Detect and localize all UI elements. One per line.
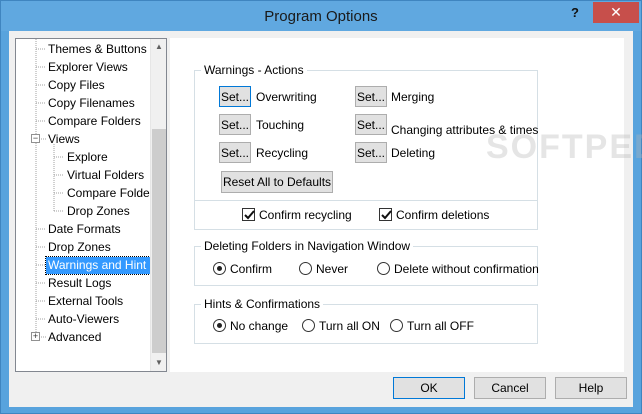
check-mark-icon (381, 210, 392, 220)
overwriting-label: Overwriting (256, 90, 317, 104)
tree-item-warnings-hints[interactable]: Warnings and Hint (45, 256, 151, 275)
help-title-button[interactable]: ? (561, 2, 589, 24)
scroll-up-arrow-icon[interactable]: ▲ (151, 39, 166, 55)
close-button[interactable]: ✕ (593, 2, 639, 23)
tree-item-drop-zones[interactable]: Drop Zones (46, 239, 113, 256)
tree-item-compare-folders[interactable]: Compare Folders (46, 113, 143, 130)
hints-turn-on-radio[interactable] (302, 319, 315, 332)
delete-confirm-radio[interactable] (213, 262, 226, 275)
scroll-down-arrow-icon[interactable]: ▼ (151, 355, 166, 371)
deleting-label: Deleting (391, 146, 436, 160)
reset-defaults-button[interactable]: Reset All to Defaults (221, 171, 333, 193)
views-collapse-toggle[interactable]: − (31, 134, 40, 143)
hints-confirmations-legend: Hints & Confirmations (201, 297, 324, 311)
tree-item-virtual-folders[interactable]: Virtual Folders (65, 167, 146, 184)
set-overwriting-button[interactable]: Set... (219, 86, 251, 107)
title-bar[interactable]: Program Options ? ✕ (1, 1, 641, 31)
tree-item-explorer-views[interactable]: Explorer Views (46, 59, 130, 76)
tree-item-copy-files[interactable]: Copy Files (46, 77, 107, 94)
set-touching-button[interactable]: Set... (219, 114, 251, 135)
window-title: Program Options (264, 8, 378, 25)
tree-item-external-tools[interactable]: External Tools (46, 293, 125, 310)
radio-dot (217, 323, 222, 328)
cancel-button[interactable]: Cancel (474, 377, 546, 399)
tree-item-result-logs[interactable]: Result Logs (46, 275, 113, 292)
delete-never-radio[interactable] (299, 262, 312, 275)
radio-dot (217, 266, 222, 271)
delete-confirm-label: Confirm (230, 262, 273, 276)
tree-item-drop-zones-view[interactable]: Drop Zones (65, 203, 132, 220)
set-deleting-button[interactable]: Set... (355, 142, 387, 163)
ok-button[interactable]: OK (393, 377, 465, 399)
confirm-recycling-checkbox[interactable] (242, 208, 255, 221)
tree-scrollbar[interactable]: ▲ ▼ (150, 39, 166, 371)
scroll-thumb[interactable] (152, 129, 166, 353)
hints-confirmations-group: Hints & Confirmations No change Turn all… (194, 297, 538, 344)
set-recycling-button[interactable]: Set... (219, 142, 251, 163)
hints-no-change-label: No change (230, 319, 289, 333)
program-options-window: Program Options ? ✕ − + Themes & Buttons… (0, 0, 642, 414)
delete-without-confirmation-radio[interactable] (377, 262, 390, 275)
options-tree[interactable]: − + Themes & Buttons Explorer Views Copy… (15, 38, 167, 372)
help-button[interactable]: Help (555, 377, 627, 399)
dialog-client: − + Themes & Buttons Explorer Views Copy… (9, 31, 642, 407)
confirm-deletions-checkbox[interactable] (379, 208, 392, 221)
delete-never-label: Never (316, 262, 349, 276)
touching-label: Touching (256, 118, 305, 132)
tree-item-auto-viewers[interactable]: Auto-Viewers (46, 311, 121, 328)
tree-item-themes-buttons[interactable]: Themes & Buttons (46, 41, 149, 58)
set-merging-button[interactable]: Set... (355, 86, 387, 107)
warnings-actions-group: Warnings - Actions Set... Overwriting Se… (194, 63, 539, 230)
hints-turn-on-label: Turn all ON (319, 319, 380, 333)
advanced-expand-toggle[interactable]: + (31, 332, 40, 341)
merging-label: Merging (391, 90, 435, 104)
hints-turn-off-radio[interactable] (390, 319, 403, 332)
warnings-actions-legend: Warnings - Actions (201, 63, 307, 77)
tree-item-date-formats[interactable]: Date Formats (46, 221, 123, 238)
hints-no-change-radio[interactable] (213, 319, 226, 332)
deleting-folders-legend: Deleting Folders in Navigation Window (201, 239, 414, 253)
tree-item-views[interactable]: Views (46, 131, 82, 148)
tree-item-compare-folders-view[interactable]: Compare Folde (65, 185, 152, 202)
changing-attributes-label: Changing attributes & times (391, 123, 539, 137)
tree-item-copy-filenames[interactable]: Copy Filenames (46, 95, 137, 112)
tree-item-advanced[interactable]: Advanced (46, 329, 103, 346)
confirm-deletions-label: Confirm deletions (396, 208, 490, 222)
deleting-folders-group: Deleting Folders in Navigation Window Co… (194, 239, 539, 286)
recycling-label: Recycling (256, 146, 309, 160)
hints-turn-off-label: Turn all OFF (407, 319, 474, 333)
warnings-divider (195, 200, 537, 201)
set-changing-attributes-button[interactable]: Set... (355, 114, 387, 135)
warnings-hints-panel: SOFTPEDIA Warnings - Actions Set... Over… (170, 38, 642, 372)
tree-item-explore[interactable]: Explore (65, 149, 110, 166)
delete-without-confirmation-label: Delete without confirmation (394, 262, 539, 276)
confirm-recycling-label: Confirm recycling (259, 208, 352, 222)
check-mark-icon (244, 210, 255, 220)
